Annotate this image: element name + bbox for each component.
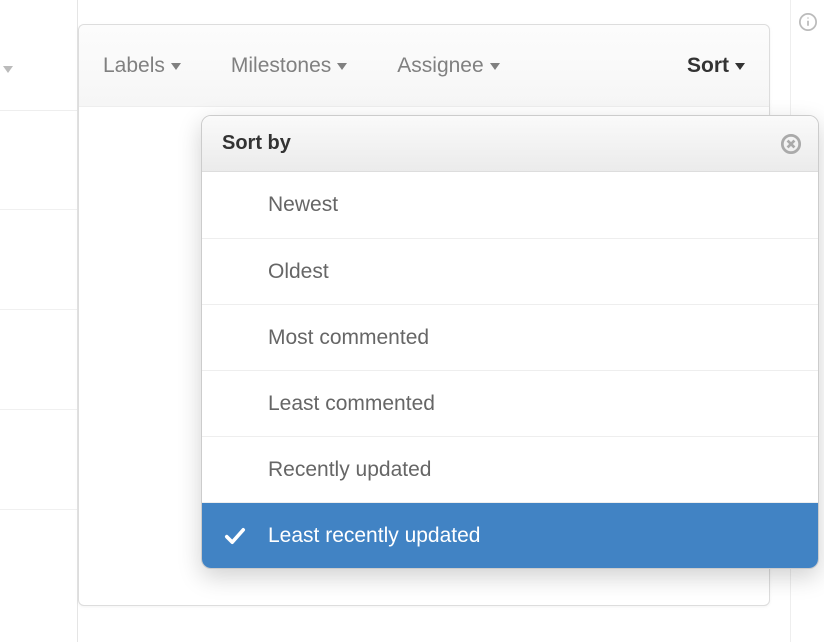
sort-dropdown: Sort by Newest Oldest Most commented Least …: [201, 115, 819, 569]
sort-option-label: Newest: [268, 193, 338, 217]
sort-option-label: Least recently updated: [268, 524, 480, 548]
sort-option[interactable]: Least commented: [202, 370, 818, 436]
issues-filter-panel: Labels Milestones Assignee Sort Sort by …: [78, 24, 770, 606]
filter-sort[interactable]: Sort: [687, 54, 745, 78]
filter-labels-label: Labels: [103, 54, 165, 78]
close-icon: [780, 133, 802, 155]
sort-option-label: Most commented: [268, 326, 429, 350]
background-list: r: [0, 0, 78, 642]
sort-option[interactable]: Most commented: [202, 304, 818, 370]
sort-option[interactable]: Least recently updated: [202, 502, 818, 568]
check-icon: [224, 525, 246, 547]
caret-down-icon: [171, 63, 181, 70]
filter-bar: Labels Milestones Assignee Sort: [79, 25, 769, 107]
sort-option[interactable]: Oldest: [202, 238, 818, 304]
filter-assignee[interactable]: Assignee: [397, 54, 499, 78]
caret-down-icon: [490, 63, 500, 70]
filter-labels[interactable]: Labels: [103, 54, 181, 78]
sort-option[interactable]: Newest: [202, 172, 818, 238]
filter-assignee-label: Assignee: [397, 54, 483, 78]
filter-sort-label: Sort: [687, 54, 729, 78]
sort-option[interactable]: Recently updated: [202, 436, 818, 502]
sort-option-label: Oldest: [268, 260, 329, 284]
sort-option-label: Least commented: [268, 392, 435, 416]
cut-filter-label: r: [0, 58, 13, 81]
caret-down-icon: [337, 63, 347, 70]
info-icon: [798, 12, 818, 32]
close-button[interactable]: [778, 131, 804, 157]
caret-down-icon: [3, 66, 13, 73]
filter-milestones[interactable]: Milestones: [231, 54, 347, 78]
sort-option-label: Recently updated: [268, 458, 431, 482]
sort-dropdown-header: Sort by: [202, 116, 818, 172]
filter-milestones-label: Milestones: [231, 54, 331, 78]
caret-down-icon: [735, 63, 745, 70]
sort-dropdown-title: Sort by: [222, 132, 291, 155]
